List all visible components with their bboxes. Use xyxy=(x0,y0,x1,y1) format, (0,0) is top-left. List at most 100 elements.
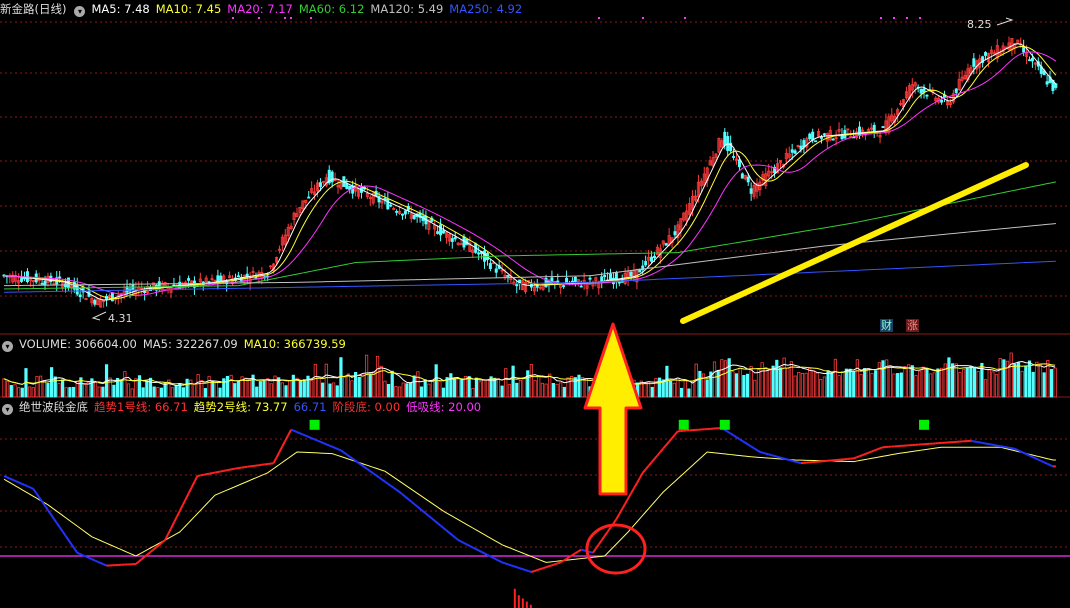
candle-body xyxy=(506,275,510,277)
signal-square xyxy=(719,419,730,430)
trend1-segment xyxy=(302,433,307,437)
trend1-segment xyxy=(434,520,439,524)
trend1-segment xyxy=(52,518,58,524)
volume-bar xyxy=(731,371,735,398)
trend1-segment xyxy=(407,498,412,503)
volume-bar xyxy=(936,368,940,398)
volume-bar xyxy=(214,381,219,398)
trend1-segment xyxy=(55,522,61,528)
volume-bar xyxy=(804,372,808,398)
candle-body xyxy=(954,88,958,93)
trend1-segment xyxy=(138,558,143,563)
gear-icon[interactable]: ▾ xyxy=(74,6,86,17)
trend1-segment xyxy=(396,489,401,493)
volume-bar xyxy=(947,357,951,398)
gear-icon[interactable]: ▾ xyxy=(2,404,13,415)
legend-item: 低吸线: 20.00 xyxy=(406,400,482,414)
trend1-segment xyxy=(659,447,665,453)
trend1-segment xyxy=(325,443,330,447)
volume-bar xyxy=(284,385,288,398)
candle-body xyxy=(477,252,481,255)
volume-bar xyxy=(885,359,889,398)
rise-badge[interactable]: 涨 xyxy=(906,319,919,332)
candle-body xyxy=(483,250,487,262)
volume-bar xyxy=(954,363,958,398)
legend-item: 趋势2号线: 73.77 xyxy=(193,400,288,414)
trend1-segment xyxy=(290,428,295,432)
volume-bar xyxy=(690,381,695,398)
trend1-segment xyxy=(76,551,81,555)
gear-icon[interactable]: ▾ xyxy=(2,341,13,352)
trend1-segment xyxy=(1008,446,1013,450)
volume-bar xyxy=(515,382,519,398)
volume-bar xyxy=(925,368,929,398)
volume-bar xyxy=(511,365,515,398)
candle-body xyxy=(664,243,668,246)
high-price-label: 8.25 xyxy=(967,18,992,31)
volume-bar xyxy=(522,377,526,398)
trend1-segment xyxy=(489,555,494,559)
finance-badge[interactable]: 财 xyxy=(880,319,893,332)
volume-bar xyxy=(1053,367,1057,398)
candle-body xyxy=(494,268,498,273)
candle-body xyxy=(881,126,885,128)
trend1-segment xyxy=(44,505,49,511)
trend1-segment xyxy=(534,569,538,572)
volume-bar xyxy=(288,380,292,398)
candle-body xyxy=(453,237,457,240)
volume-bar xyxy=(310,380,314,398)
trend1-segment xyxy=(853,456,857,460)
volume-bar xyxy=(983,379,988,398)
trend1-segment xyxy=(184,493,190,500)
candle-body xyxy=(1054,83,1058,88)
volume-bar xyxy=(921,366,925,398)
volume-bar xyxy=(932,372,936,398)
volume-bar xyxy=(467,376,471,398)
trend1-segment xyxy=(797,461,802,465)
trend1-segment xyxy=(29,486,34,490)
trend1-segment xyxy=(1032,456,1036,460)
volume-bar xyxy=(368,374,372,398)
candle-body xyxy=(603,275,607,278)
trend1-segment xyxy=(79,553,84,557)
candle-body xyxy=(58,276,62,279)
legend-item: VOLUME: 306604.00 xyxy=(19,337,137,351)
trend1-segment xyxy=(398,491,404,496)
volume-bar xyxy=(643,382,647,398)
low-price-label: 4.31 xyxy=(108,312,133,325)
stage-bottom-bar xyxy=(517,595,520,608)
trend1-segment xyxy=(281,440,287,447)
volume-bar xyxy=(321,382,325,398)
trend1-segment xyxy=(630,487,635,494)
volume-bar xyxy=(423,379,427,398)
volume-bar xyxy=(972,366,977,398)
volume-bar xyxy=(855,359,859,398)
indicator-chart[interactable] xyxy=(0,398,1070,608)
volume-bar xyxy=(112,384,116,398)
volume-bar xyxy=(852,371,856,398)
price-chart[interactable] xyxy=(0,0,1070,335)
trend1-segment xyxy=(762,451,767,455)
volume-bar xyxy=(647,381,651,398)
volume-bar xyxy=(793,375,797,398)
volume-bar xyxy=(606,384,610,398)
candle-body xyxy=(814,140,818,143)
candle-body xyxy=(1045,81,1049,85)
trend1-segment xyxy=(600,535,606,541)
trend2-line xyxy=(3,446,1056,563)
event-dot xyxy=(598,17,600,19)
volume-bar xyxy=(427,383,431,398)
candle-body xyxy=(441,230,445,234)
volume-bar xyxy=(811,370,816,398)
volume-bar xyxy=(914,375,918,398)
trend1-segment xyxy=(603,531,609,537)
trend1-segment xyxy=(451,534,456,539)
trend1-segment xyxy=(879,446,884,450)
volume-bar xyxy=(892,373,896,398)
trend1-segment xyxy=(41,501,46,507)
trend1-segment xyxy=(1005,446,1010,449)
volume-bar xyxy=(628,378,632,398)
volume-bar xyxy=(800,373,805,398)
candle-body xyxy=(740,173,744,179)
trend1-segment xyxy=(641,468,647,474)
